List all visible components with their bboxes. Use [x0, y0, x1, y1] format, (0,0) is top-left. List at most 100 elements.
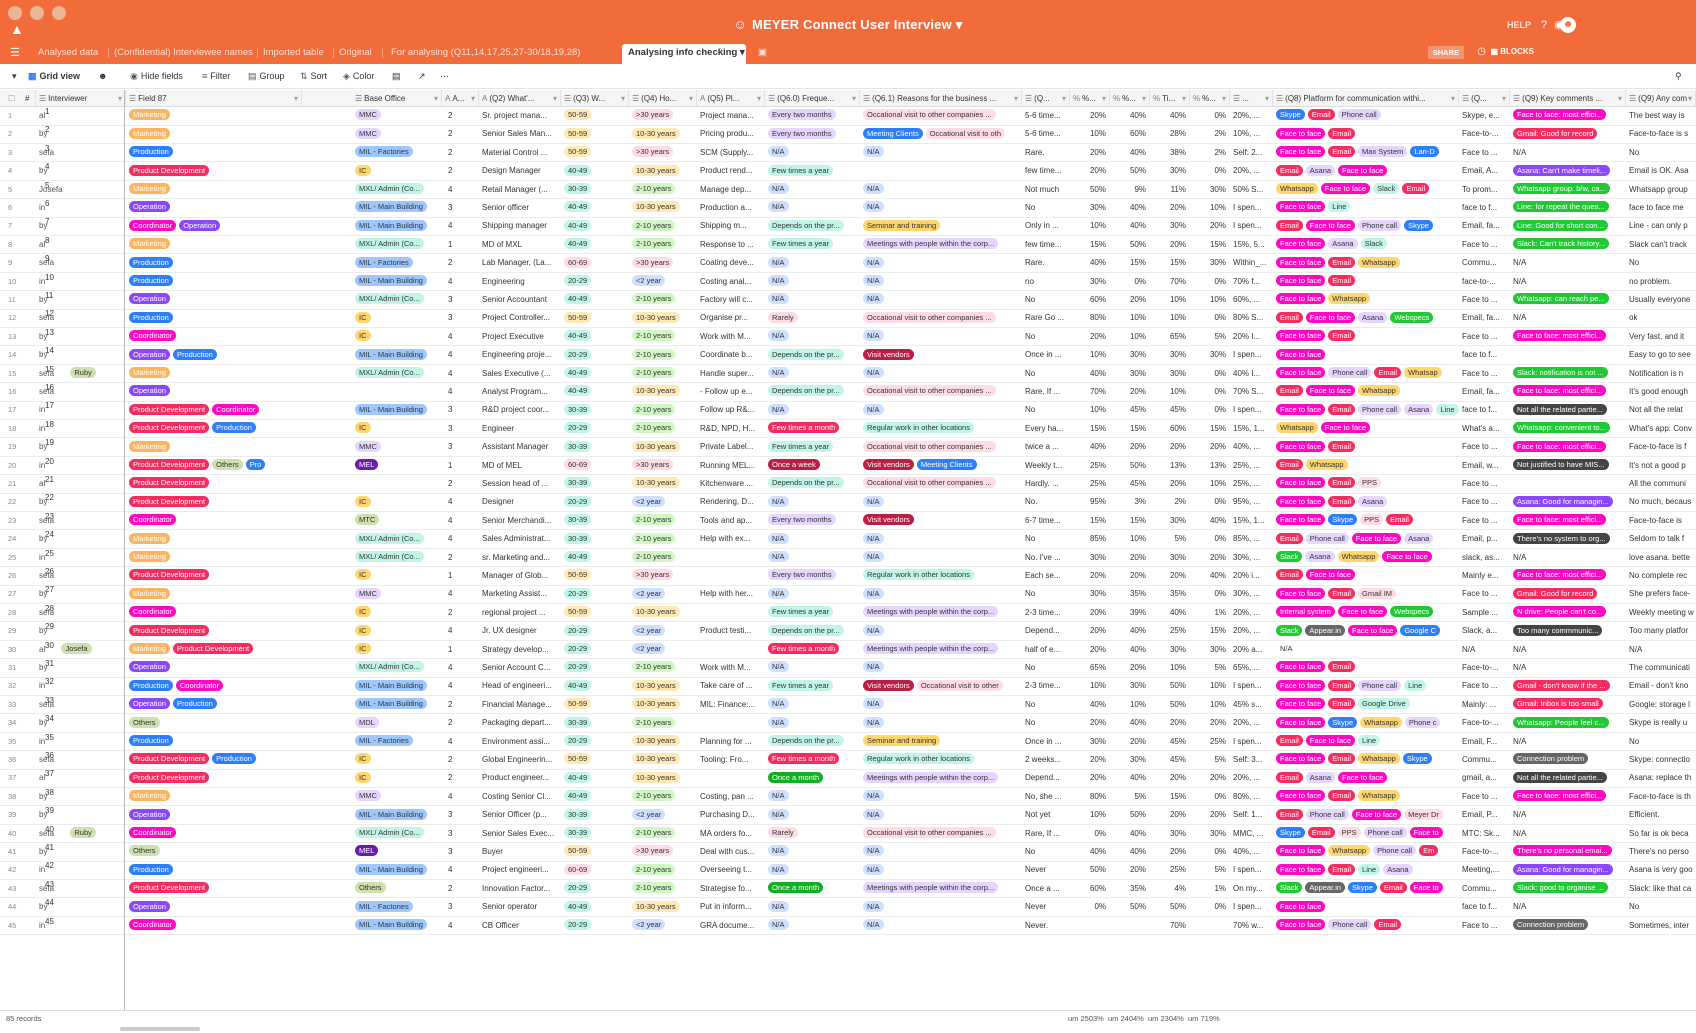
cell-id[interactable]: 30	[0, 641, 36, 659]
cell-q-a[interactable]: Not yet	[1022, 806, 1070, 824]
cell-pct-2[interactable]: 20%	[1110, 861, 1150, 879]
cell-q5[interactable]: R&D, NPD, H...	[697, 420, 765, 438]
cell-q-a[interactable]: No, she ...	[1022, 788, 1070, 806]
cell-base-office[interactable]: MIL - Main Building	[352, 677, 442, 695]
cell-interviewer[interactable]: in	[36, 861, 126, 879]
cell-pct-2[interactable]: 35%	[1110, 585, 1150, 603]
cell-id[interactable]: 11	[0, 291, 36, 309]
cell-x[interactable]: 15%, 1...	[1230, 420, 1273, 438]
cell-q8[interactable]: Face to face Email Google Drive	[1273, 696, 1459, 714]
cell-q5[interactable]: Costing, pan ...	[697, 788, 765, 806]
cell-q9b[interactable]: Face-to-face is s	[1626, 125, 1696, 143]
cell-a[interactable]: 4	[442, 217, 479, 235]
cell-q9b[interactable]: No	[1626, 733, 1696, 751]
cell-q5[interactable]: Coordinate b...	[697, 346, 765, 364]
column-header-pct-2[interactable]: %%... ▾	[1110, 90, 1150, 107]
cell-q6-0[interactable]: N/A	[765, 181, 860, 199]
cell-id[interactable]: 38	[0, 788, 36, 806]
cell-pct-4[interactable]: 15%	[1190, 420, 1230, 438]
cell-q6-1[interactable]: N/A	[860, 181, 1022, 199]
cell-q6-1[interactable]: Visit vendors	[860, 346, 1022, 364]
cell-base-office[interactable]: IC	[352, 641, 442, 659]
cell-q-b[interactable]: Email, fa...	[1459, 309, 1510, 327]
cell-q2[interactable]: MD of MEL	[479, 457, 561, 475]
cell-pct-1[interactable]: 30%	[1070, 733, 1110, 751]
cell-field-87[interactable]: Product Development	[126, 162, 302, 180]
cell-q9[interactable]: Gmail: Inbox is too small	[1510, 696, 1626, 714]
cell-interviewer[interactable]: by	[36, 328, 126, 346]
cell-q6-0[interactable]: N/A	[765, 898, 860, 916]
cell-pct-1[interactable]: 40%	[1070, 365, 1110, 383]
cell-q3[interactable]: 20-29	[561, 346, 629, 364]
cell-pct-3[interactable]: 20%	[1150, 199, 1190, 217]
cell-q2[interactable]: Retail Manager (...	[479, 181, 561, 199]
cell-q4[interactable]: 2-10 years	[629, 549, 697, 567]
cell-q2[interactable]: Senior operator	[479, 898, 561, 916]
cell-field-87[interactable]: Marketing	[126, 530, 302, 548]
filter-button[interactable]: ≡ Filter	[202, 71, 230, 81]
cell-interviewer[interactable]: by	[36, 493, 126, 511]
cell-q9[interactable]: Whatsapp: convenient to...	[1510, 420, 1626, 438]
cell-q6-1[interactable]: Meeting Clients Occational visit to oth	[860, 125, 1022, 143]
chevron-down-icon[interactable]: ▾	[852, 90, 856, 107]
cell-q2[interactable]: Material Control ...	[479, 144, 561, 162]
cell-q3[interactable]: 50-59	[561, 843, 629, 861]
cell-base-office[interactable]: MIL - Main Building	[352, 401, 442, 419]
cell-field-87[interactable]: Marketing Product Development	[126, 641, 302, 659]
cell-base-office[interactable]: MXL/ Admin (Co...	[352, 549, 442, 567]
cell-q8[interactable]: Email Phone call Face to face Meyer Dr	[1273, 806, 1459, 824]
cell-q6-0[interactable]: N/A	[765, 254, 860, 272]
cell-q9b[interactable]: Efficient.	[1626, 806, 1696, 824]
table-row[interactable]: 19 19 by Marketing MMC 3 Assistant Manager 30-3…	[0, 438, 1696, 457]
cell-q8[interactable]: Email Face to face Line	[1273, 733, 1459, 751]
cell-q6-1[interactable]: Occational visit to other companies ...	[860, 383, 1022, 401]
cell-pct-3[interactable]: 20%	[1150, 769, 1190, 787]
cell-q8[interactable]: Face to face Email Whatsapp	[1273, 788, 1459, 806]
chevron-down-icon[interactable]: ▾	[1062, 90, 1066, 107]
cell-id[interactable]: 5	[0, 181, 36, 199]
cell-pct-3[interactable]: 40%	[1150, 604, 1190, 622]
cell-q2[interactable]: Financial Manage...	[479, 696, 561, 714]
cell-pct-1[interactable]: 30%	[1070, 273, 1110, 291]
cell-x[interactable]: Within_...	[1230, 254, 1273, 272]
cell-q-b[interactable]: Face to ...	[1459, 328, 1510, 346]
cell-q6-0[interactable]: Depends on the pr...	[765, 475, 860, 493]
cell-field-87[interactable]: Product Development	[126, 567, 302, 585]
table-row[interactable]: 21 21 al Product Development 2 Session head o…	[0, 475, 1696, 494]
cell-pct-1[interactable]: 10%	[1070, 677, 1110, 695]
cell-q6-0[interactable]: Few times a year	[765, 604, 860, 622]
cell-q3[interactable]: 40-49	[561, 677, 629, 695]
cell-q-a[interactable]: No. I've ...	[1022, 549, 1070, 567]
group-button[interactable]: ▤ Group	[248, 71, 285, 82]
cell-q9b[interactable]: ok	[1626, 309, 1696, 327]
cell-q9b[interactable]: Easy to go to see	[1626, 346, 1696, 364]
cell-x[interactable]: 20%, ...	[1230, 622, 1273, 640]
cell-q-a[interactable]: No	[1022, 585, 1070, 603]
cell-q5[interactable]: Help with ex...	[697, 530, 765, 548]
cell-pct-3[interactable]: 40%	[1150, 107, 1190, 125]
cell-q5[interactable]: Manage dep...	[697, 181, 765, 199]
cell-q8[interactable]: Face to face Email Max System Lan-D	[1273, 144, 1459, 162]
cell-pct-2[interactable]: 45%	[1110, 475, 1150, 493]
cell-id[interactable]: 26	[0, 567, 36, 585]
cell-base-office[interactable]: MXL/ Admin (Co...	[352, 825, 442, 843]
cell-a[interactable]: 2	[442, 880, 479, 898]
cell-pct-2[interactable]: 30%	[1110, 677, 1150, 695]
cell-base-office[interactable]: IC	[352, 769, 442, 787]
table-row[interactable]: 42 42 in Production MIL - Main Building 4 Proj…	[0, 861, 1696, 880]
cell-q6-0[interactable]: N/A	[765, 530, 860, 548]
cell-q9[interactable]: Connection problem	[1510, 751, 1626, 769]
cell-q9b[interactable]: Whatsapp group	[1626, 181, 1696, 199]
cell-field-87[interactable]: Coordinator	[126, 512, 302, 530]
table-row[interactable]: 13 13 by Coordinator IC 4 Project Executive 40-…	[0, 328, 1696, 347]
cell-pct-2[interactable]: 45%	[1110, 401, 1150, 419]
cell-pct-4[interactable]: 1%	[1190, 604, 1230, 622]
cell-q-a[interactable]: Never	[1022, 898, 1070, 916]
chevron-down-icon[interactable]: ▾	[1688, 90, 1692, 107]
cell-id[interactable]: 7	[0, 217, 36, 235]
cell-q8[interactable]: Face to face Email Whatsapp	[1273, 254, 1459, 272]
cell-id[interactable]: 39	[0, 806, 36, 824]
cell-pct-3[interactable]: 45%	[1150, 401, 1190, 419]
cell-x[interactable]: 20%, ...	[1230, 604, 1273, 622]
cell-a[interactable]: 1	[442, 567, 479, 585]
